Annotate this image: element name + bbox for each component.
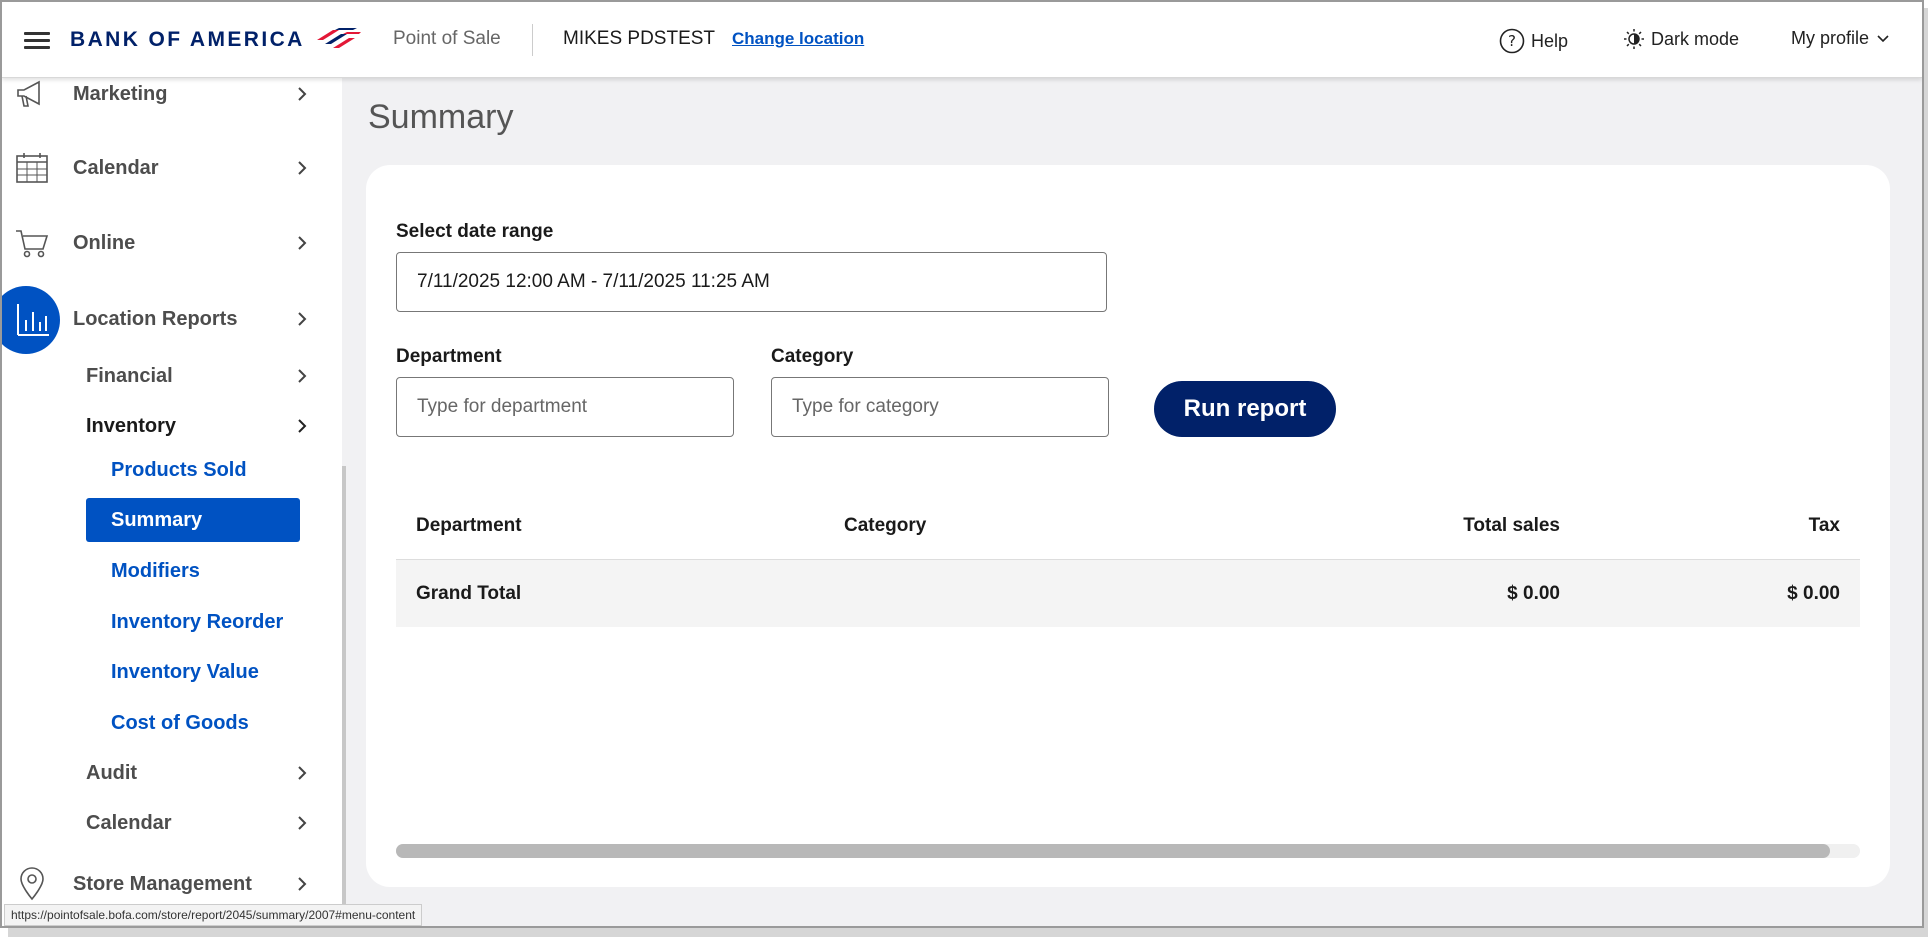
column-header-department: Department	[416, 515, 522, 536]
bank-logo[interactable]: BANK OF AMERICA	[70, 26, 361, 54]
grand-total-sales: $ 0.00	[1507, 583, 1560, 604]
status-bar-url: https://pointofsale.bofa.com/store/repor…	[4, 904, 423, 926]
sidebar-item-location-reports[interactable]: Location Reports	[2, 295, 322, 343]
sidebar-item-label: Store Management	[73, 872, 252, 895]
sidebar-item-label: Calendar	[73, 156, 159, 179]
change-location-link[interactable]: Change location	[732, 29, 864, 49]
dark-mode-toggle[interactable]: Dark mode	[1623, 28, 1739, 50]
store-name: MIKES PDSTEST	[563, 28, 716, 49]
department-input[interactable]: Type for department	[396, 377, 734, 437]
app-name: Point of Sale	[393, 28, 501, 49]
scrollbar-thumb[interactable]	[396, 844, 1830, 858]
browser-viewport: BANK OF AMERICA Point of Sale MIKES PDST…	[0, 0, 1924, 928]
sidebar-item-calendar[interactable]: Calendar	[2, 144, 322, 192]
top-header: BANK OF AMERICA Point of Sale MIKES PDST…	[2, 2, 1922, 78]
date-range-input[interactable]: 7/11/2025 12:00 AM - 7/11/2025 11:25 AM	[396, 252, 1107, 312]
run-report-button[interactable]: Run report	[1154, 381, 1336, 437]
sidebar-sub-calendar[interactable]: Calendar	[86, 812, 172, 835]
sidebar-item-store-management[interactable]: Store Management	[2, 860, 322, 908]
chevron-down-icon	[1877, 34, 1889, 42]
sidebar-link-inventory-reorder[interactable]: Inventory Reorder	[111, 611, 283, 634]
sidebar-item-label: Location Reports	[73, 307, 238, 330]
header-divider	[532, 24, 533, 56]
sidebar-link-label: Summary	[111, 508, 203, 531]
page-title: Summary	[368, 98, 514, 136]
date-range-label: Select date range	[396, 221, 554, 242]
profile-label: My profile	[1791, 28, 1870, 48]
chevron-right-icon	[298, 236, 307, 250]
chevron-right-icon[interactable]	[295, 816, 309, 830]
sidebar-sub-financial[interactable]: Financial	[86, 365, 173, 388]
chevron-right-icon[interactable]	[295, 419, 309, 433]
chevron-right-icon	[298, 161, 307, 175]
grand-total-label: Grand Total	[416, 583, 522, 604]
report-card: Select date range 7/11/2025 12:00 AM - 7…	[366, 165, 1890, 887]
sidebar-item-label: Online	[73, 231, 136, 254]
chevron-right-icon[interactable]	[295, 369, 309, 383]
category-label: Category	[771, 346, 854, 367]
sidebar-sub-inventory[interactable]: Inventory	[86, 415, 176, 438]
column-header-category: Category	[844, 515, 927, 536]
chevron-right-icon	[298, 312, 307, 326]
sidebar-link-cost-of-goods[interactable]: Cost of Goods	[111, 712, 249, 735]
sidebar-link-inventory-value[interactable]: Inventory Value	[111, 661, 259, 684]
sidebar-item-label: Marketing	[73, 82, 168, 105]
dark-mode-label: Dark mode	[1651, 28, 1740, 49]
calendar-icon	[14, 150, 50, 186]
megaphone-icon	[14, 78, 50, 112]
help-label: Help	[1531, 30, 1569, 51]
column-header-tax: Tax	[1808, 515, 1840, 536]
sidebar-scrollbar[interactable]	[342, 466, 346, 906]
sidebar-nav: Marketing Calendar Online Location Repor…	[2, 78, 342, 926]
sidebar-link-summary[interactable]: Summary	[86, 498, 300, 542]
hamburger-menu-icon[interactable]	[24, 32, 50, 50]
department-label: Department	[396, 346, 502, 367]
grand-total-tax: $ 0.00	[1787, 583, 1840, 604]
sidebar-item-marketing[interactable]: Marketing	[2, 78, 322, 118]
sidebar-sub-audit[interactable]: Audit	[86, 762, 137, 785]
profile-menu[interactable]: My profile	[1791, 28, 1891, 49]
chevron-right-icon	[298, 877, 307, 891]
cart-icon	[14, 225, 50, 261]
brand-name: BANK OF AMERICA	[70, 28, 305, 51]
sidebar-link-modifiers[interactable]: Modifiers	[111, 560, 200, 583]
sidebar-item-online[interactable]: Online	[2, 219, 322, 267]
help-icon: ?	[1499, 28, 1525, 54]
flag-logo-icon	[316, 28, 361, 48]
help-button[interactable]: ? Help	[1499, 28, 1568, 54]
grand-total-row: Grand Total $ 0.00 $ 0.00	[396, 559, 1860, 627]
chevron-right-icon[interactable]	[295, 766, 309, 780]
brightness-icon	[1624, 29, 1644, 49]
svg-text:?: ?	[1508, 32, 1516, 50]
table-horizontal-scrollbar[interactable]	[396, 844, 1860, 858]
sidebar-link-products-sold[interactable]: Products Sold	[111, 459, 247, 482]
column-header-total-sales: Total sales	[1463, 515, 1560, 536]
location-pin-icon	[14, 866, 50, 902]
chevron-right-icon	[298, 87, 307, 101]
category-input[interactable]: Type for category	[771, 377, 1109, 437]
